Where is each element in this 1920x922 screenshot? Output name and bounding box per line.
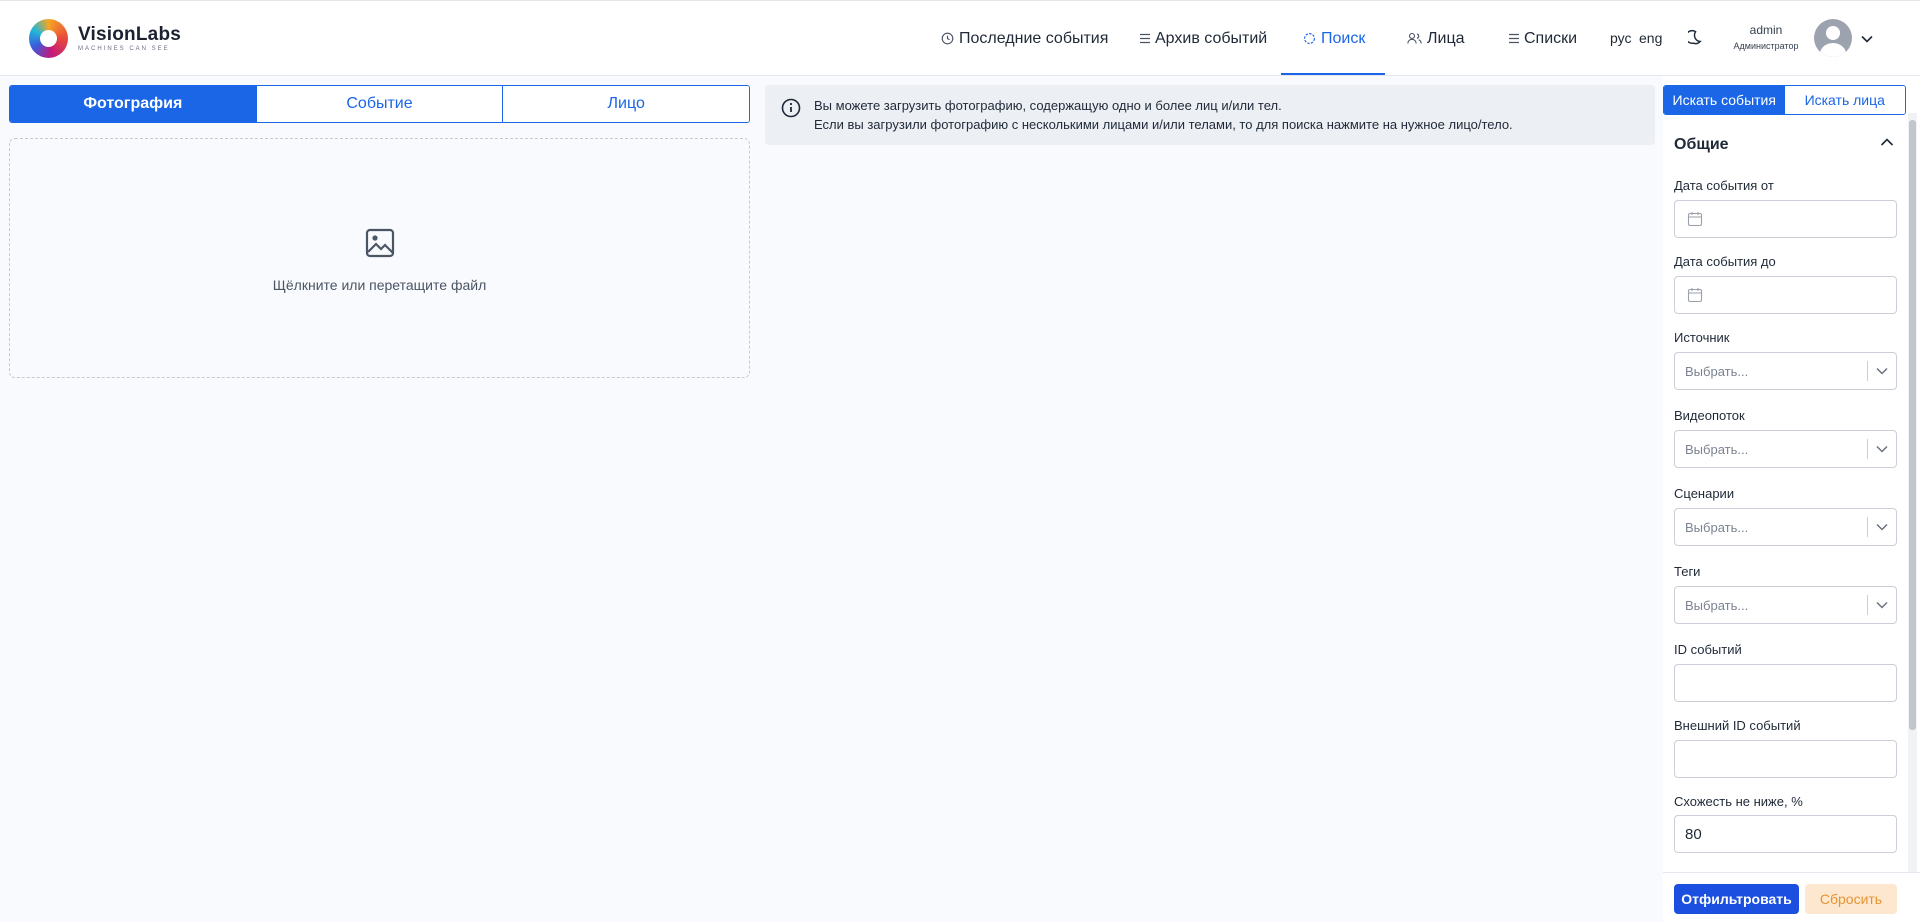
info-banner: Вы можете загрузить фотографию, содержащ…	[765, 85, 1655, 145]
nav-label: Поиск	[1321, 29, 1366, 47]
event-ids-label: ID событий	[1674, 642, 1742, 657]
date-from-label: Дата события от	[1674, 178, 1774, 193]
nav-label: Списки	[1524, 29, 1578, 47]
photo-dropzone[interactable]: Щёлкните или перетащите файл	[9, 138, 750, 378]
image-icon	[365, 228, 395, 258]
scenarios-select[interactable]: Выбрать...	[1674, 508, 1897, 546]
logo-mark-icon	[29, 19, 68, 58]
similarity-value: 80	[1685, 826, 1702, 843]
similarity-input[interactable]: 80	[1674, 815, 1897, 853]
date-to-input[interactable]	[1674, 276, 1897, 314]
external-ids-input[interactable]	[1674, 740, 1897, 778]
nav-faces[interactable]: Лица	[1407, 1, 1465, 76]
external-ids-label: Внешний ID событий	[1674, 718, 1801, 733]
scenarios-label: Сценарии	[1674, 486, 1735, 501]
stream-label: Видеопоток	[1674, 408, 1745, 423]
list-icon	[1509, 33, 1519, 44]
source-select[interactable]: Выбрать...	[1674, 352, 1897, 390]
nav-recent-events[interactable]: Последние события	[941, 1, 1108, 76]
info-line-1: Вы можете загрузить фотографию, содержащ…	[814, 98, 1282, 113]
tab-event[interactable]: Событие	[256, 86, 504, 122]
scenarios-placeholder: Выбрать...	[1685, 520, 1749, 535]
brand-tagline: MACHINES CAN SEE	[78, 45, 170, 52]
user-role: Администратор	[1733, 41, 1799, 51]
clock-icon	[941, 32, 954, 45]
search-source-tabs: Фотография Событие Лицо	[9, 85, 750, 123]
filter-scrollbar-thumb[interactable]	[1909, 120, 1916, 730]
lang-ru-link[interactable]: рус	[1610, 30, 1631, 46]
chevron-down-icon	[1876, 523, 1888, 531]
calendar-icon	[1687, 212, 1703, 227]
nav-active-indicator	[1281, 73, 1385, 75]
filter-button[interactable]: Отфильтровать	[1674, 884, 1799, 914]
chevron-down-icon	[1876, 601, 1888, 609]
info-line-2: Если вы загрузили фотографию с нескольки…	[814, 117, 1513, 132]
tab-face[interactable]: Лицо	[503, 86, 749, 122]
date-to-label: Дата события до	[1674, 254, 1776, 269]
source-label: Источник	[1674, 330, 1730, 345]
search-mode-toggle: Искать события Искать лица	[1663, 85, 1906, 115]
tab-photo[interactable]: Фотография	[10, 86, 257, 122]
chevron-down-icon	[1876, 367, 1888, 375]
reset-button[interactable]: Сбросить	[1805, 884, 1897, 914]
lang-en-link[interactable]: eng	[1639, 30, 1662, 46]
chevron-up-icon[interactable]	[1879, 134, 1895, 150]
visionlabs-logo[interactable]: VisionLabs MACHINES CAN SEE	[29, 19, 181, 58]
chevron-down-icon[interactable]	[1860, 32, 1874, 46]
source-placeholder: Выбрать...	[1685, 364, 1749, 379]
nav-label: Последние события	[959, 29, 1109, 47]
dropzone-hint: Щёлкните или перетащите файл	[272, 277, 487, 293]
info-icon	[781, 98, 801, 118]
search-faces-button[interactable]: Искать лица	[1784, 86, 1905, 114]
nav-events-archive[interactable]: Архив событий	[1140, 1, 1267, 76]
avatar[interactable]	[1814, 19, 1852, 57]
calendar-icon	[1687, 288, 1703, 303]
section-title-general[interactable]: Общие	[1674, 136, 1729, 154]
event-ids-input[interactable]	[1674, 664, 1897, 702]
brand-name: VisionLabs	[78, 23, 182, 45]
user-name: admin	[1749, 23, 1783, 37]
stream-select[interactable]: Выбрать...	[1674, 430, 1897, 468]
app-header: VisionLabs MACHINES CAN SEE Последние со…	[0, 0, 1920, 76]
list-icon	[1140, 33, 1150, 44]
date-from-input[interactable]	[1674, 200, 1897, 238]
chevron-down-icon	[1876, 445, 1888, 453]
users-icon	[1407, 32, 1422, 44]
nav-lists[interactable]: Списки	[1509, 1, 1577, 76]
nav-label: Лица	[1427, 29, 1465, 47]
moon-icon[interactable]	[1688, 28, 1706, 46]
nav-label: Архив событий	[1155, 29, 1268, 47]
search-events-button[interactable]: Искать события	[1664, 86, 1785, 114]
tags-placeholder: Выбрать...	[1685, 598, 1749, 613]
nav-search[interactable]: Поиск	[1303, 1, 1365, 76]
stream-placeholder: Выбрать...	[1685, 442, 1749, 457]
search-icon	[1304, 33, 1315, 44]
similarity-label: Схожесть не ниже, %	[1674, 794, 1803, 809]
tags-label: Теги	[1674, 564, 1701, 579]
tags-select[interactable]: Выбрать...	[1674, 586, 1897, 624]
